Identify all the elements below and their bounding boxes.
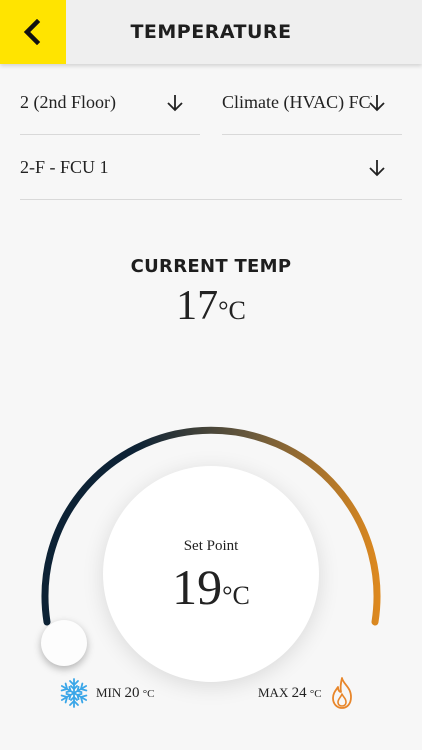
min-temp: MIN 20 °C: [58, 676, 155, 710]
floor-select-value: 2 (2nd Floor): [20, 92, 116, 112]
setpoint-label: Set Point: [183, 538, 239, 554]
unit-select[interactable]: 2-F - FCU 1: [20, 135, 402, 200]
setpoint-readout: 19°C: [103, 558, 319, 616]
max-label: MAX: [258, 684, 289, 700]
min-temp-text: MIN 20 °C: [96, 685, 155, 702]
back-button[interactable]: [0, 0, 66, 64]
current-temp-label: CURRENT TEMP: [130, 256, 292, 277]
setpoint-slider-handle[interactable]: [41, 620, 87, 666]
max-value: 24: [291, 684, 307, 701]
current-temp-value: 17: [176, 283, 219, 329]
system-select-value: Climate (HVAC) FCU: [222, 92, 372, 112]
floor-select[interactable]: 2 (2nd Floor): [20, 70, 200, 135]
chevron-left-icon: [23, 19, 41, 45]
max-unit: °C: [309, 687, 322, 700]
arrow-down-icon: [369, 160, 385, 177]
top-bar: TEMPERATURE: [0, 0, 422, 64]
min-label: MIN: [96, 684, 122, 700]
setpoint-unit: °C: [222, 581, 250, 610]
min-unit: °C: [142, 687, 155, 700]
arrow-down-icon: [369, 95, 385, 112]
setpoint-value: 19: [172, 559, 223, 615]
current-temp-readout: 17°C: [0, 282, 422, 330]
snowflake-icon: [58, 678, 90, 708]
arrow-down-icon: [167, 95, 183, 112]
unit-select-value: 2-F - FCU 1: [20, 157, 109, 177]
system-select[interactable]: Climate (HVAC) FCU: [222, 70, 402, 135]
max-temp: MAX 24 °C: [258, 676, 356, 710]
flame-icon: [331, 677, 352, 709]
min-value: 20: [124, 684, 140, 701]
current-temp-unit: °C: [218, 296, 246, 325]
max-temp-text: MAX 24 °C: [258, 685, 322, 702]
page-title: TEMPERATURE: [130, 21, 292, 43]
setpoint-dial: Set Point 19°C: [103, 466, 319, 682]
